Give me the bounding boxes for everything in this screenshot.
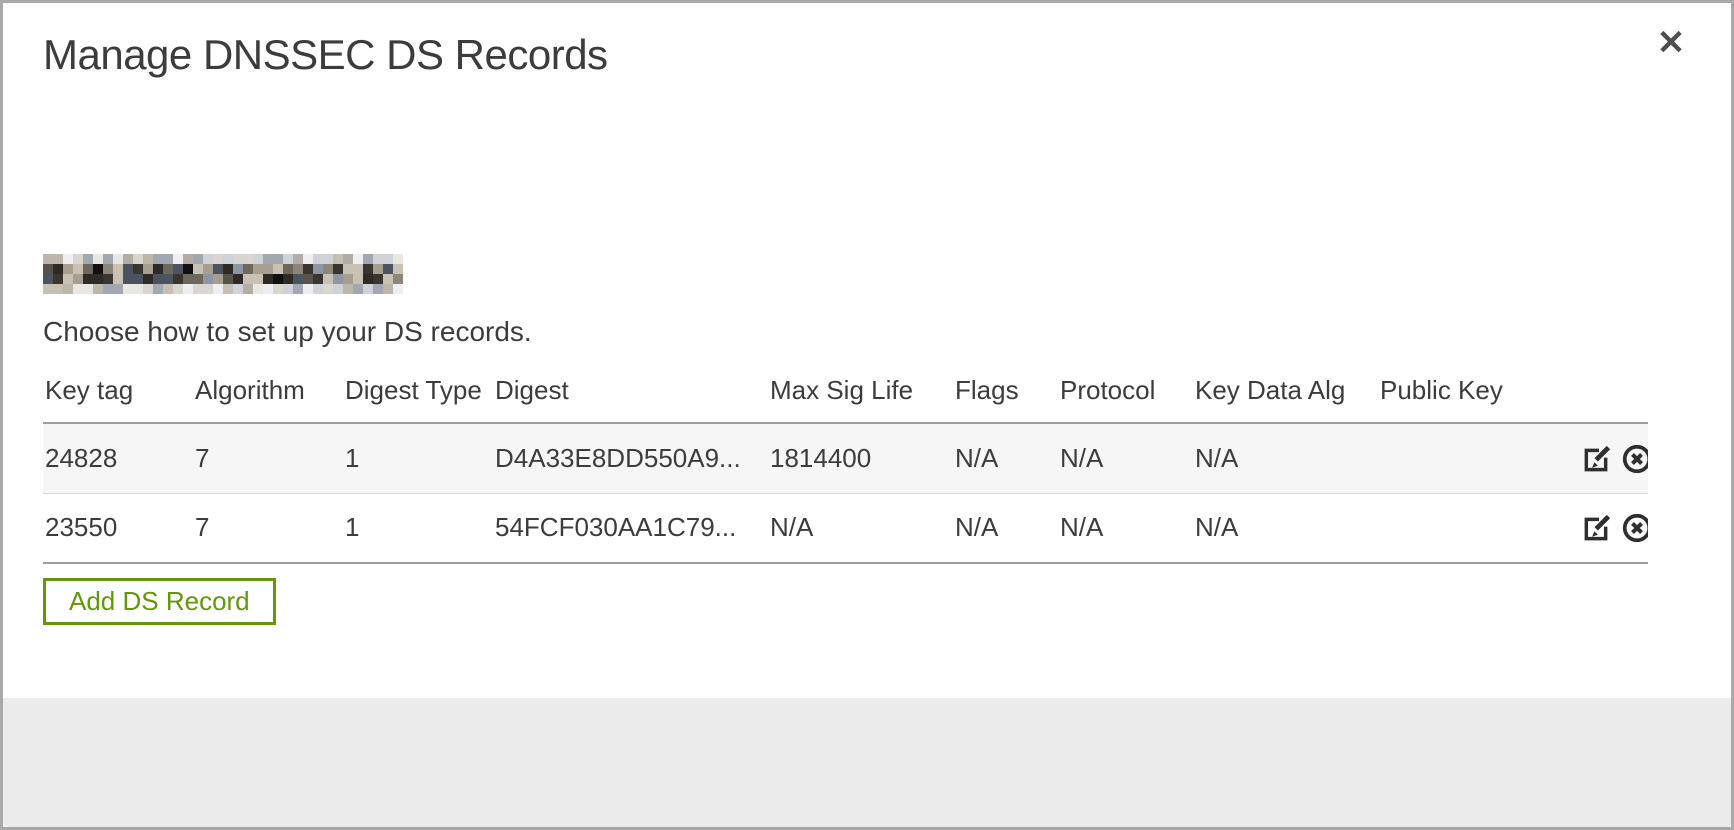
cell-protocol: N/A [1058,493,1193,563]
edit-icon [1581,512,1613,544]
cell-algorithm: 7 [193,493,343,563]
dnssec-dialog: Manage DNSSEC DS Records ✕ Choose how to… [0,0,1734,830]
close-icon[interactable]: ✕ [1649,21,1693,65]
cell-flags: N/A [953,423,1058,493]
cell-flags: N/A [953,493,1058,563]
cell-key-tag: 24828 [43,423,193,493]
cell-max-sig-life: 1814400 [768,423,953,493]
delete-record-button[interactable] [1621,443,1648,475]
col-flags: Flags [953,375,1058,423]
edit-record-button[interactable] [1581,512,1613,544]
add-ds-record-button[interactable]: Add DS Record [43,578,276,625]
dialog-title: Manage DNSSEC DS Records [43,31,608,79]
dialog-footer: Save Cancel [3,698,1731,827]
col-digest: Digest [493,375,768,423]
delete-icon [1621,443,1648,475]
delete-icon [1621,512,1648,544]
cell-algorithm: 7 [193,423,343,493]
cell-public-key [1378,493,1578,563]
col-key-data-alg: Key Data Alg [1193,375,1378,423]
table-header-row: Key tag Algorithm Digest Type Digest Max… [43,375,1648,423]
redacted-domain [43,254,403,294]
ds-records-table: Key tag Algorithm Digest Type Digest Max… [43,375,1648,564]
col-digest-type: Digest Type [343,375,493,423]
edit-icon [1581,443,1613,475]
delete-record-button[interactable] [1621,512,1648,544]
cell-key-tag: 23550 [43,493,193,563]
cell-public-key [1378,423,1578,493]
cell-key-data-alg: N/A [1193,423,1378,493]
col-max-sig-life: Max Sig Life [768,375,953,423]
col-actions [1578,375,1648,423]
cell-digest: 54FCF030AA1C79... [493,493,768,563]
row-actions [1578,493,1648,563]
table-row: 24828 7 1 D4A33E8DD550A9... 1814400 N/A … [43,423,1648,493]
cell-digest-type: 1 [343,493,493,563]
setup-caption: Choose how to set up your DS records. [43,316,532,348]
col-protocol: Protocol [1058,375,1193,423]
edit-record-button[interactable] [1581,443,1613,475]
col-algorithm: Algorithm [193,375,343,423]
col-key-tag: Key tag [43,375,193,423]
row-actions [1578,423,1648,493]
cell-max-sig-life: N/A [768,493,953,563]
cell-digest: D4A33E8DD550A9... [493,423,768,493]
col-public-key: Public Key [1378,375,1578,423]
cell-protocol: N/A [1058,423,1193,493]
cell-digest-type: 1 [343,423,493,493]
table-row: 23550 7 1 54FCF030AA1C79... N/A N/A N/A … [43,493,1648,563]
cell-key-data-alg: N/A [1193,493,1378,563]
